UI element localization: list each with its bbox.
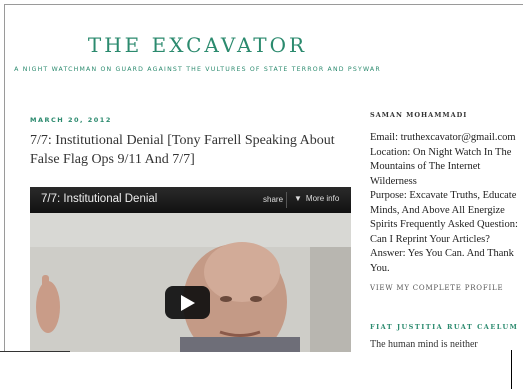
double-chevron-down-icon: ▼ bbox=[294, 194, 302, 203]
profile-line: Minds, And Above All Energize bbox=[370, 204, 505, 216]
profile-line: Location: On Night Watch In The bbox=[370, 146, 512, 158]
profile-line: Wilderness bbox=[370, 175, 417, 187]
profile-description: Email: truthexcavator@gmail.com Location… bbox=[370, 131, 523, 276]
post-title[interactable]: 7/7: Institutional Denial [Tony Farrell … bbox=[30, 131, 352, 169]
window-bottom-cover bbox=[0, 352, 523, 389]
video-play-button[interactable] bbox=[165, 286, 210, 319]
blog-header: THE EXCAVATOR A NIGHT WATCHMAN ON GUARD … bbox=[5, 33, 390, 73]
view-profile-link[interactable]: VIEW MY COMPLETE PROFILE bbox=[370, 284, 523, 292]
profile-line: Answer: Yes You Can. And Thank bbox=[370, 248, 514, 259]
video-share-button[interactable]: share bbox=[263, 195, 283, 204]
site-title[interactable]: THE EXCAVATOR bbox=[5, 33, 390, 57]
main-column: MARCH 20, 2012 7/7: Institutional Denial… bbox=[30, 116, 352, 357]
profile-widget-title: SAMAN MOHAMMADI bbox=[370, 111, 468, 119]
video-title[interactable]: 7/7: Institutional Denial bbox=[41, 193, 157, 205]
site-description: A NIGHT WATCHMAN ON GUARD AGAINST THE VU… bbox=[14, 66, 381, 73]
window-edge-line bbox=[511, 350, 512, 389]
video-more-info-button[interactable]: ▼ More info bbox=[294, 194, 339, 203]
sidebar: SAMAN MOHAMMADI Email: truthexcavator@gm… bbox=[370, 111, 523, 350]
video-more-info-label: More info bbox=[305, 194, 340, 203]
youtube-video-embed[interactable]: 7/7: Institutional Denial share ▼ More in… bbox=[30, 187, 351, 357]
blog-page-frame: THE EXCAVATOR A NIGHT WATCHMAN ON GUARD … bbox=[4, 4, 523, 389]
post-date: MARCH 20, 2012 bbox=[30, 116, 112, 124]
profile-line: Purpose: Excavate Truths, Educate bbox=[370, 190, 517, 201]
video-title-bar: 7/7: Institutional Denial share ▼ More in… bbox=[30, 187, 351, 213]
profile-line: Mountains of The Internet bbox=[370, 161, 481, 172]
profile-line: Email: truthexcavator@gmail.com bbox=[370, 132, 516, 143]
play-icon bbox=[181, 295, 195, 311]
profile-line: You. bbox=[370, 262, 390, 274]
window-edge-line bbox=[0, 351, 70, 352]
quote-widget-text: The human mind is neither bbox=[370, 339, 478, 350]
video-bar-divider bbox=[286, 192, 287, 208]
profile-line: Can I Reprint Your Articles? bbox=[370, 233, 490, 245]
profile-line: Spirits Frequently Asked Question: bbox=[370, 219, 518, 230]
quote-widget-title: FIAT JUSTITIA RUAT CAELUM bbox=[370, 323, 519, 331]
